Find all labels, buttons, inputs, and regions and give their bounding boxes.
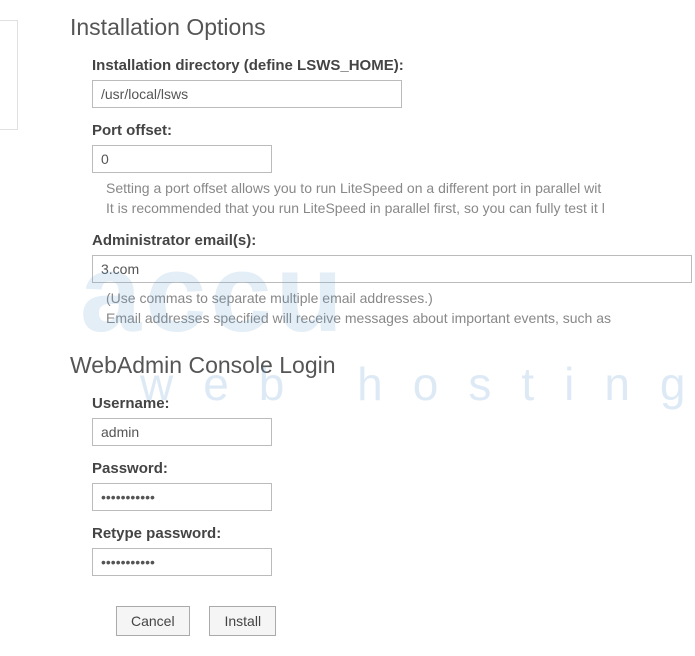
webadmin-login-title: WebAdmin Console Login [70,352,695,379]
admin-email-help: (Use commas to separate multiple email a… [106,289,695,328]
retype-password-input[interactable] [92,548,272,576]
password-input[interactable] [92,483,272,511]
admin-email-input[interactable] [92,255,692,283]
admin-email-label: Administrator email(s): [92,232,695,249]
left-sidebar-edge [0,20,18,130]
retype-password-label: Retype password: [92,525,695,542]
username-label: Username: [92,395,695,412]
password-label: Password: [92,460,695,477]
installation-options-title: Installation Options [70,14,695,41]
cancel-button[interactable]: Cancel [116,606,190,636]
install-directory-label: Installation directory (define LSWS_HOME… [92,57,695,74]
port-offset-help: Setting a port offset allows you to run … [106,179,695,218]
port-offset-input[interactable] [92,145,272,173]
install-directory-input[interactable] [92,80,402,108]
install-button[interactable]: Install [209,606,276,636]
port-offset-label: Port offset: [92,122,695,139]
username-input[interactable] [92,418,272,446]
